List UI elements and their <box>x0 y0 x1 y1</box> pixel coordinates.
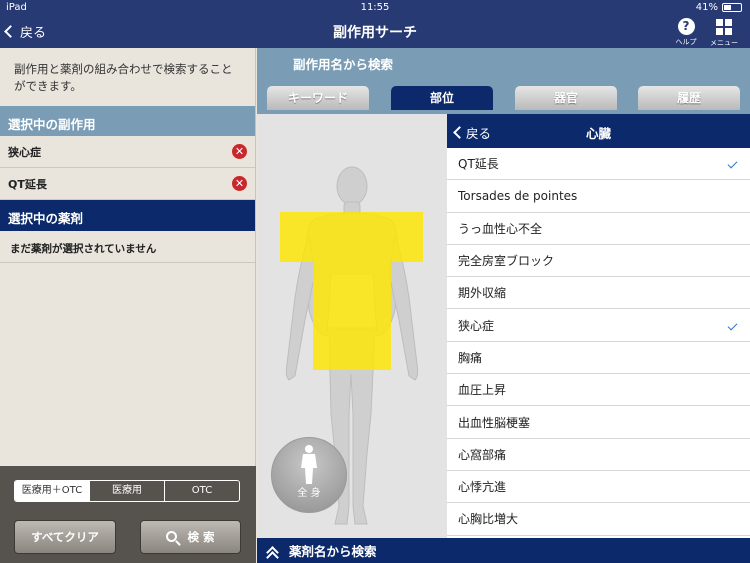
side-effect-item[interactable]: 血圧上昇 <box>447 374 750 407</box>
side-effect-item[interactable]: 完全房室ブロック <box>447 245 750 278</box>
chevron-left-icon <box>453 126 466 139</box>
page-title: 副作用サーチ <box>333 25 417 41</box>
left-panel: 副作用と薬剤の組み合わせで検索することができます。 選択中の副作用 狭心症 ✕ … <box>0 48 256 563</box>
side-effect-item[interactable]: 期外収縮 <box>447 277 750 310</box>
selected-side-effect-row: 狭心症 ✕ <box>0 136 255 168</box>
side-effect-list: QT延長 Torsades de pointes うっ血性心不全 完全房室ブロック 期外… <box>447 148 750 536</box>
side-effect-label: 狭心症 <box>8 145 41 159</box>
tab-keyword[interactable]: キーワード <box>267 86 369 110</box>
list-title: 心臓 <box>585 126 611 141</box>
clear-all-button[interactable]: すべてクリア <box>14 520 116 554</box>
battery-percent: 41% <box>695 2 718 13</box>
side-effect-item-label: 血圧上昇 <box>458 383 507 398</box>
side-effect-item[interactable]: 出血性脳梗塞 <box>447 406 750 439</box>
search-icon <box>166 531 178 542</box>
side-effect-item-label: うっ血性心不全 <box>458 221 543 236</box>
person-icon <box>301 445 317 484</box>
side-effect-item[interactable]: うっ血性心不全 <box>447 213 750 245</box>
tab-history[interactable]: 履歴 <box>638 86 740 110</box>
search-label: 検 索 <box>187 530 215 544</box>
whole-body-label: 全 身 <box>297 488 321 499</box>
body-diagram[interactable]: 全 身 <box>257 114 447 538</box>
tab-bar: キーワード 部位 器官 履歴 <box>257 76 750 114</box>
help-label: ヘルプ <box>675 38 697 46</box>
side-effect-item-label: Torsades de pointes <box>458 188 578 203</box>
battery-icon <box>722 3 742 12</box>
side-effect-item[interactable]: 心悸亢進 <box>447 471 750 504</box>
side-effect-item[interactable]: 心胸比増大 <box>447 503 750 536</box>
drug-type-filter: 医療用＋OTC 医療用 OTC <box>14 480 240 502</box>
side-effect-item[interactable]: 狭心症 <box>447 309 750 342</box>
list-header: 戻る 心臓 <box>447 114 750 148</box>
status-bar: iPad 11:55 41% <box>0 0 750 16</box>
selected-drugs-header: 選択中の薬剤 <box>0 200 255 231</box>
menu-label: メニュー <box>710 39 738 47</box>
highlight-chest <box>280 212 423 262</box>
side-effect-item-label: 心胸比増大 <box>458 512 519 527</box>
side-effect-search-header: 副作用名から検索 <box>257 48 750 76</box>
footer-label: 薬剤名から検索 <box>289 544 377 559</box>
whole-body-button[interactable]: 全 身 <box>271 437 347 513</box>
no-drug-message: まだ薬剤が選択されていません <box>0 231 255 263</box>
description-text: 副作用と薬剤の組み合わせで検索することができます。 <box>14 62 233 93</box>
checkmark-icon <box>727 320 738 331</box>
tab-organ[interactable]: 器官 <box>515 86 617 110</box>
clock: 11:55 <box>360 2 390 13</box>
navigation-bar: 戻る 副作用サーチ ? ヘルプ メニュー <box>0 16 750 48</box>
filter-option-otc[interactable]: OTC <box>164 481 239 501</box>
delete-icon[interactable]: ✕ <box>232 144 247 159</box>
side-effect-list-panel: 戻る 心臓 QT延長 Torsades de pointes うっ血性心不全 完全房室… <box>447 114 750 538</box>
selected-side-effects-header: 選択中の副作用 <box>0 106 255 136</box>
side-effect-item-label: 期外収縮 <box>458 286 507 301</box>
side-effect-item-label: QT延長 <box>458 157 499 172</box>
highlight-torso <box>313 262 391 370</box>
side-effect-item-label: 胸痛 <box>458 350 483 365</box>
question-icon: ? <box>677 18 695 35</box>
chevron-left-icon <box>4 25 17 38</box>
side-effect-item[interactable]: Torsades de pointes <box>447 180 750 213</box>
side-effect-item-label: 狭心症 <box>458 318 495 333</box>
back-button[interactable]: 戻る <box>4 22 47 41</box>
side-effect-item-label: 完全房室ブロック <box>458 254 555 269</box>
side-effect-label: QT延長 <box>8 177 47 191</box>
search-button[interactable]: 検 索 <box>140 520 241 554</box>
drug-search-footer[interactable]: 薬剤名から検索 <box>257 538 750 563</box>
side-effect-item[interactable]: QT延長 <box>447 148 750 181</box>
menu-button[interactable]: メニュー <box>707 18 741 48</box>
bottom-toolbar: 医療用＋OTC 医療用 OTC すべてクリア 検 索 <box>0 466 256 563</box>
back-label: 戻る <box>20 26 47 41</box>
list-back-button[interactable]: 戻る <box>453 123 492 142</box>
list-back-label: 戻る <box>466 126 492 141</box>
filter-option-medical[interactable]: 医療用 <box>89 481 164 501</box>
delete-icon[interactable]: ✕ <box>232 176 247 191</box>
side-effect-item[interactable]: 胸痛 <box>447 342 750 375</box>
help-button[interactable]: ? ヘルプ <box>669 18 703 47</box>
selected-side-effect-row: QT延長 ✕ <box>0 168 255 200</box>
side-effect-item-label: 心窩部痛 <box>458 447 507 462</box>
tab-body-part[interactable]: 部位 <box>391 86 493 110</box>
checkmark-icon <box>727 158 738 169</box>
filter-option-all[interactable]: 医療用＋OTC <box>15 481 89 501</box>
side-effect-item[interactable]: 心窩部痛 <box>447 439 750 471</box>
grid-menu-icon <box>716 19 732 35</box>
double-chevron-up-icon <box>266 545 279 563</box>
side-effect-item-label: 出血性脳梗塞 <box>458 415 531 430</box>
side-effect-item-label: 心悸亢進 <box>458 480 507 495</box>
